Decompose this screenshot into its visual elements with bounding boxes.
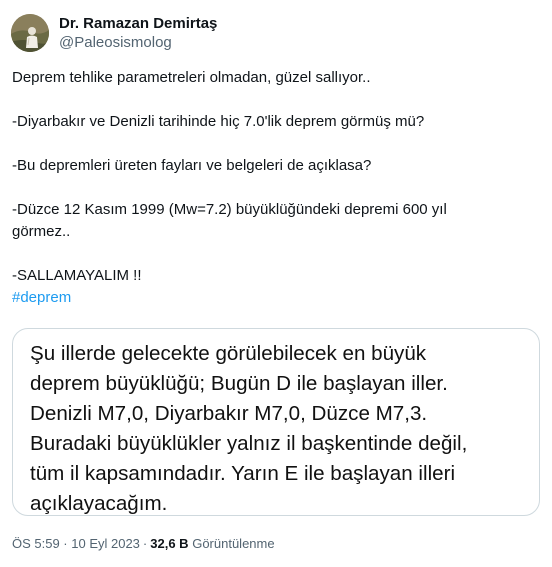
tweet-text-line: -SALLAMAYALIM !! xyxy=(12,267,142,284)
author-handle[interactable]: @Paleosismolog xyxy=(59,33,217,53)
tweet-text-line: -Düzce 12 Kasım 1999 (Mw=7.2) büyüklüğün… xyxy=(12,201,447,218)
author-names: Dr. Ramazan Demirtaş @Paleosismolog xyxy=(59,15,217,53)
hashtag-line: #deprem xyxy=(12,287,540,309)
tweet-text: Deprem tehlike parametreleri olmadan, gü… xyxy=(12,67,540,309)
media-image-text: Şu illerde gelecekte görülebilecek en bü… xyxy=(30,339,530,515)
tweet-timestamp[interactable]: ÖS 5:59 · 10 Eyl 2023 xyxy=(12,536,140,551)
tweet-text-line: -Bu depremleri üreten fayları ve belgele… xyxy=(12,157,372,174)
tweet-meta: ÖS 5:59 · 10 Eyl 2023 · 32,6 B Görüntülenm… xyxy=(12,535,275,553)
media-text-line: deprem büyüklüğü; Bugün D ile başlayan i… xyxy=(30,372,448,395)
tweet: Dr. Ramazan Demirtaş @Paleosismolog Depr… xyxy=(0,0,552,567)
avatar[interactable] xyxy=(11,14,49,52)
avatar-photo-icon xyxy=(11,14,49,52)
media-text-line: açıklayacağım. xyxy=(30,492,168,515)
tweet-text-line xyxy=(12,133,540,155)
media-text-line: Şu illerde gelecekte görülebilecek en bü… xyxy=(30,342,427,365)
views-label: Görüntülenme xyxy=(192,536,275,551)
tweet-text-line xyxy=(12,89,540,111)
tweet-text-line xyxy=(12,177,540,199)
tweet-text-line xyxy=(12,243,540,265)
media-text-line: Buradaki büyüklükler yalnız il başkentin… xyxy=(30,432,468,455)
meta-separator: · xyxy=(142,536,148,551)
tweet-header: Dr. Ramazan Demirtaş @Paleosismolog xyxy=(11,14,217,53)
tweet-text-line: -Diyarbakır ve Denizli tarihinde hiç 7.0… xyxy=(12,113,425,130)
hashtag-link[interactable]: #deprem xyxy=(12,289,71,306)
media-image[interactable]: Şu illerde gelecekte görülebilecek en bü… xyxy=(12,328,540,516)
views-count: 32,6 B xyxy=(150,536,189,551)
media-text-line: Denizli M7,0, Diyarbakır M7,0, Düzce M7,… xyxy=(30,402,428,425)
tweet-text-line: görmez.. xyxy=(12,223,71,240)
tweet-text-line: Deprem tehlike parametreleri olmadan, gü… xyxy=(12,69,371,86)
media-text-line: tüm il kapsamındadır. Yarın E ile başlay… xyxy=(30,462,456,485)
author-display-name[interactable]: Dr. Ramazan Demirtaş xyxy=(59,15,217,33)
